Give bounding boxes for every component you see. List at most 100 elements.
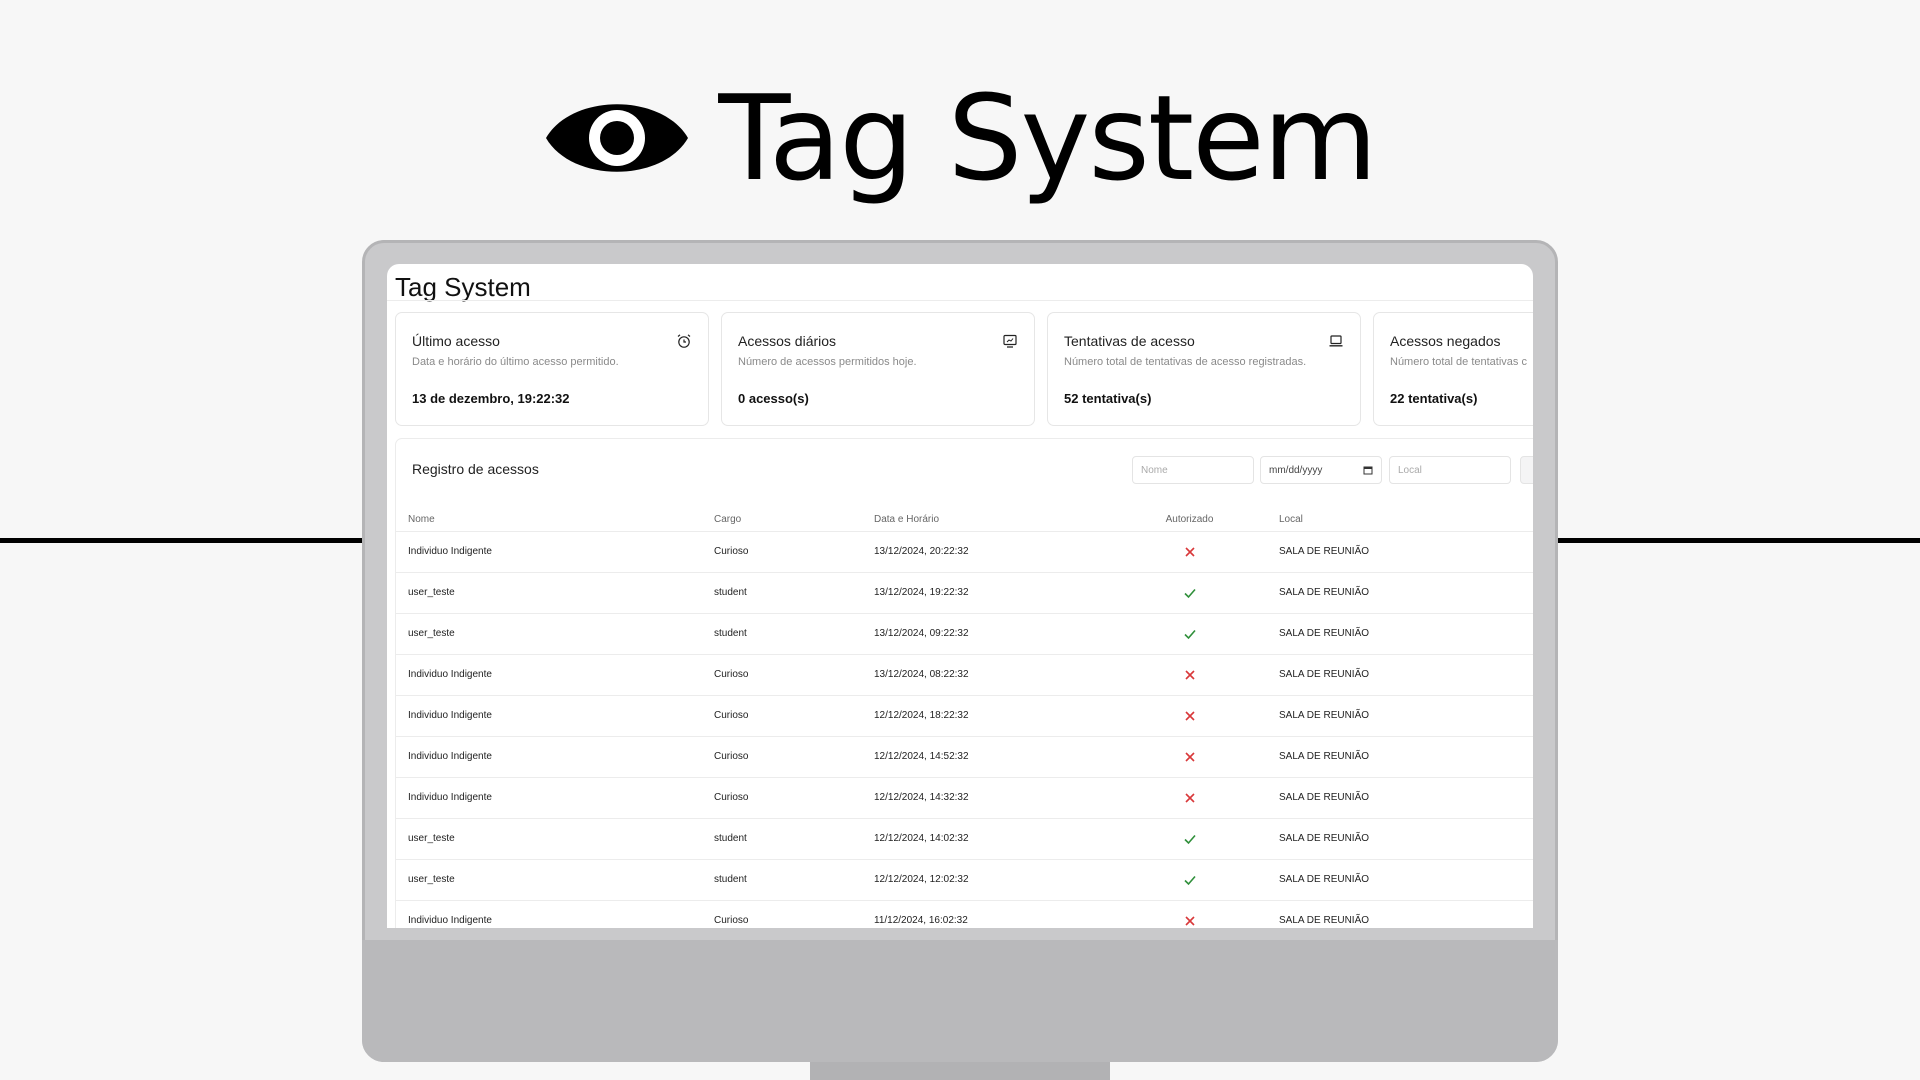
alarm-clock-icon [677,334,691,348]
cell-authorized [1112,653,1267,695]
x-icon [1184,710,1195,721]
card-value: 13 de dezembro, 19:22:32 [412,391,570,406]
access-log-table: Nome Cargo Data e Horário Autorizado Loc… [396,509,1533,928]
cell-authorized [1112,612,1267,654]
cell-role: Curioso [702,653,862,695]
cell-name: user_teste [396,858,702,900]
local-filter-input[interactable] [1389,456,1511,484]
x-icon [1184,751,1195,762]
table-row[interactable]: user_teste student 12/12/2024, 12:02:32 SAL… [396,858,1533,900]
cell-role: Curioso [702,735,862,777]
check-icon [1183,875,1196,885]
column-header-authorized[interactable]: Autorizado [1112,509,1267,531]
cell-datetime: 11/12/2024, 16:02:32 [862,899,1112,928]
cell-authorized [1112,817,1267,859]
cell-name: user_teste [396,817,702,859]
cell-role: Curioso [702,530,862,572]
x-icon [1184,916,1195,926]
cell-local: SALA DE REUNIÃO [1267,817,1533,859]
cell-local: SALA DE REUNIÃO [1267,899,1533,928]
column-header-local[interactable]: Local [1267,509,1533,531]
cell-name: user_teste [396,571,702,613]
cell-datetime: 13/12/2024, 08:22:32 [862,653,1112,695]
table-row[interactable]: Individuo Indigente Curioso 13/12/2024, 20… [396,530,1533,572]
search-button[interactable] [1520,456,1533,484]
card-description: Número total de tentativas de acesso reg… [1064,356,1307,368]
card-daily-access: Acessos diários Número de acessos permit… [721,312,1035,426]
cell-datetime: 12/12/2024, 14:02:32 [862,817,1112,859]
cell-role: student [702,817,862,859]
cell-local: SALA DE REUNIÃO [1267,571,1533,613]
cell-role: Curioso [702,694,862,736]
column-header-datetime[interactable]: Data e Horário [862,509,1112,531]
cell-role: student [702,571,862,613]
cell-name: Individuo Indigente [396,735,702,777]
x-icon [1184,546,1195,557]
eye-icon [546,104,689,172]
check-icon [1183,588,1196,598]
cell-authorized [1112,530,1267,572]
cell-datetime: 12/12/2024, 14:32:32 [862,776,1112,818]
card-title: Acessos negados [1390,333,1501,349]
check-icon [1183,834,1196,844]
date-filter-input[interactable]: mm/dd/yyyy [1260,456,1382,484]
card-value: 22 tentativa(s) [1390,391,1478,406]
cell-name: user_teste [396,612,702,654]
table-row[interactable]: Individuo Indigente Curioso 12/12/2024, 14… [396,735,1533,777]
table-row[interactable]: Individuo Indigente Curioso 12/12/2024, 14… [396,776,1533,818]
access-log-panel: Registro de acessos mm/dd/yyyy Nome Carg… [395,438,1533,928]
cell-datetime: 12/12/2024, 14:52:32 [862,735,1112,777]
table-row[interactable]: user_teste student 13/12/2024, 09:22:32 SAL… [396,612,1533,654]
table-row[interactable]: Individuo Indigente Curioso 13/12/2024, 08… [396,653,1533,695]
x-icon [1184,792,1195,803]
cell-local: SALA DE REUNIÃO [1267,858,1533,900]
column-header-name[interactable]: Nome [396,509,702,531]
card-title: Tentativas de acesso [1064,333,1195,349]
monitor-chin [362,940,1558,1062]
access-log-rows: Individuo Indigente Curioso 13/12/2024, 20… [396,530,1533,928]
name-filter-input[interactable] [1132,456,1254,484]
cell-datetime: 12/12/2024, 12:02:32 [862,858,1112,900]
cell-local: SALA DE REUNIÃO [1267,612,1533,654]
table-row[interactable]: user_teste student 12/12/2024, 14:02:32 SAL… [396,817,1533,859]
card-value: 52 tentativa(s) [1064,391,1152,406]
cell-role: Curioso [702,899,862,928]
cell-name: Individuo Indigente [396,776,702,818]
cell-role: student [702,858,862,900]
cell-datetime: 13/12/2024, 19:22:32 [862,571,1112,613]
cell-authorized [1112,735,1267,777]
cell-authorized [1112,776,1267,818]
cell-local: SALA DE REUNIÃO [1267,776,1533,818]
cell-authorized [1112,571,1267,613]
cell-local: SALA DE REUNIÃO [1267,694,1533,736]
check-icon [1183,629,1196,639]
cell-role: student [702,612,862,654]
card-title: Acessos diários [738,333,837,349]
cell-name: Individuo Indigente [396,653,702,695]
table-row[interactable]: user_teste student 13/12/2024, 19:22:32 SAL… [396,571,1533,613]
x-icon [1184,669,1195,680]
screen: Tag System Último acesso Data e horário … [387,264,1533,928]
cell-name: Individuo Indigente [396,694,702,736]
title-divider [387,300,1533,301]
cell-local: SALA DE REUNIÃO [1267,735,1533,777]
tablet-icon [1003,334,1017,348]
card-description: Data e horário do último acesso permitid… [412,356,619,368]
cell-authorized [1112,858,1267,900]
page-title: Tag System [395,272,531,302]
cell-authorized [1112,694,1267,736]
cell-name: Individuo Indigente [396,899,702,928]
card-description: Número total de tentativas c [1390,356,1527,368]
card-title: Último acesso [412,333,500,349]
card-description: Número de acessos permitidos hoje. [738,356,917,368]
cell-datetime: 13/12/2024, 09:22:32 [862,612,1112,654]
column-header-role[interactable]: Cargo [702,509,862,531]
table-row[interactable]: Individuo Indigente Curioso 11/12/2024, 16… [396,899,1533,928]
cell-local: SALA DE REUNIÃO [1267,530,1533,572]
table-row[interactable]: Individuo Indigente Curioso 12/12/2024, 18… [396,694,1533,736]
summary-cards: Último acesso Data e horário do último a… [395,312,1533,426]
date-filter-text: mm/dd/yyyy [1269,464,1323,476]
card-value: 0 acesso(s) [738,391,809,406]
calendar-icon[interactable] [1363,465,1373,475]
hero-brand: Tag System [0,78,1920,198]
